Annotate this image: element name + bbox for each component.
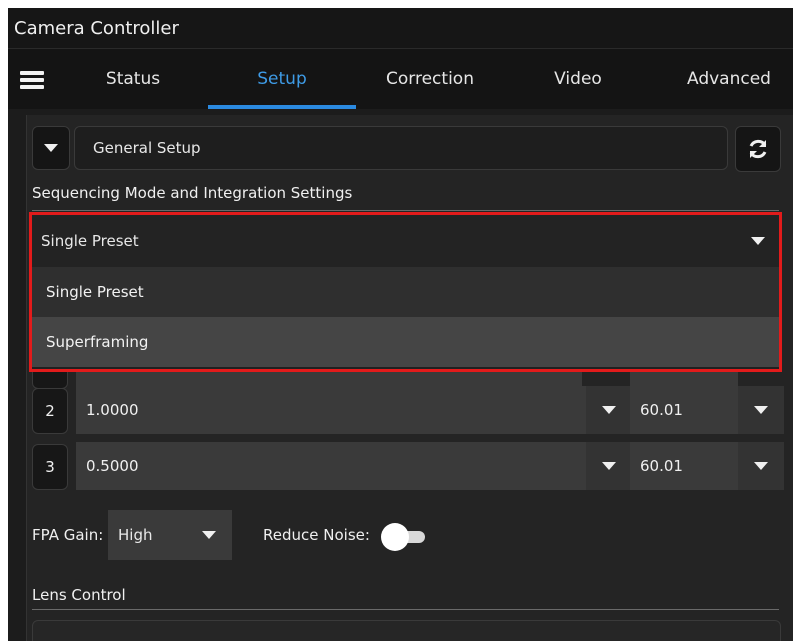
chevron-down-icon (602, 462, 616, 470)
option-label: Single Preset (46, 283, 144, 301)
section-select-value: General Setup (93, 139, 201, 157)
sequencing-mode-select[interactable]: Single Preset (32, 215, 779, 267)
fpa-gain-label: FPA Gain: (32, 526, 104, 544)
divider (32, 609, 779, 610)
tab-correction[interactable]: Correction (368, 49, 492, 109)
rate-dropdown-button[interactable] (738, 442, 784, 490)
integration-field[interactable]: 1.0000 (76, 386, 586, 434)
integration-dropdown-button[interactable] (586, 386, 632, 434)
tab-setup-label: Setup (257, 69, 307, 89)
app-window: Camera Controller Status Setup Correctio… (8, 8, 793, 641)
preset-row-number: 2 (32, 388, 68, 434)
reduce-noise-label: Reduce Noise: (263, 526, 370, 544)
option-label: Superframing (46, 333, 149, 351)
fpa-gain-select[interactable]: High (108, 510, 232, 560)
tab-bar: Status Setup Correction Video Advanced (8, 49, 793, 109)
tab-advanced[interactable]: Advanced (674, 49, 784, 109)
section-collapse-button[interactable] (32, 126, 70, 170)
rate-value: 60.01 (640, 401, 683, 419)
section-select[interactable]: General Setup (74, 126, 728, 170)
toggle-knob (381, 523, 409, 551)
chevron-down-icon (754, 406, 768, 414)
integration-field[interactable]: 0.5000 (76, 442, 586, 490)
integration-value: 1.0000 (86, 401, 139, 419)
lens-control-box (32, 620, 781, 641)
integration-dropdown-button[interactable] (586, 442, 632, 490)
reduce-noise-toggle[interactable] (381, 523, 425, 551)
menu-icon[interactable] (20, 71, 44, 89)
title-bar: Camera Controller (8, 8, 793, 49)
integration-value: 0.5000 (86, 457, 139, 475)
tab-video-label: Video (554, 69, 602, 89)
fpa-gain-value: High (118, 526, 153, 544)
window-title: Camera Controller (14, 18, 179, 39)
sequencing-heading: Sequencing Mode and Integration Settings (32, 184, 353, 202)
tab-video[interactable]: Video (528, 49, 628, 109)
preset-row-number: 3 (32, 444, 68, 490)
tab-correction-label: Correction (386, 69, 474, 89)
chevron-down-icon (754, 462, 768, 470)
rate-field[interactable]: 60.01 (630, 386, 738, 434)
tab-setup[interactable]: Setup (208, 49, 356, 109)
rate-value: 60.01 (640, 457, 683, 475)
option-superframing[interactable]: Superframing (32, 317, 779, 367)
rate-field[interactable]: 60.01 (630, 442, 738, 490)
chevron-down-icon (44, 144, 58, 152)
sequencing-mode-value: Single Preset (41, 232, 139, 250)
tab-advanced-label: Advanced (687, 69, 771, 89)
tab-status-label: Status (105, 69, 161, 89)
refresh-icon (749, 139, 767, 159)
chevron-down-icon (751, 237, 765, 245)
option-single-preset[interactable]: Single Preset (32, 267, 779, 317)
chevron-down-icon (202, 531, 216, 539)
refresh-button[interactable] (735, 126, 781, 172)
divider (32, 210, 779, 211)
tab-status[interactable]: Status (80, 49, 186, 109)
sequencing-mode-dropdown[interactable]: Single Preset Single Preset Superframing (29, 212, 782, 372)
active-tab-indicator (208, 105, 356, 109)
chevron-down-icon (602, 406, 616, 414)
lens-heading: Lens Control (32, 586, 126, 604)
rate-dropdown-button[interactable] (738, 386, 784, 434)
